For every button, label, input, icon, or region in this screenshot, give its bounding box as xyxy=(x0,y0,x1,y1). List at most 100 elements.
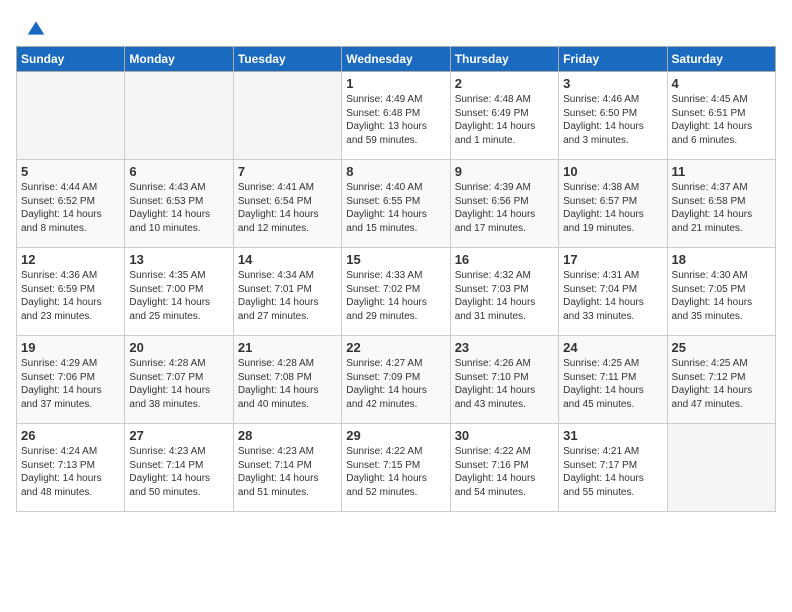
day-number: 15 xyxy=(346,252,445,267)
day-info: Sunrise: 4:26 AMSunset: 7:10 PMDaylight:… xyxy=(455,357,554,411)
calendar-cell xyxy=(125,72,233,160)
day-info: Sunrise: 4:30 AMSunset: 7:05 PMDaylight:… xyxy=(672,269,771,323)
day-number: 11 xyxy=(672,164,771,179)
day-info: Sunrise: 4:29 AMSunset: 7:06 PMDaylight:… xyxy=(21,357,120,411)
day-number: 9 xyxy=(455,164,554,179)
day-info: Sunrise: 4:34 AMSunset: 7:01 PMDaylight:… xyxy=(238,269,337,323)
calendar-week-row: 5 Sunrise: 4:44 AMSunset: 6:52 PMDaylight… xyxy=(17,160,776,248)
calendar-header: SundayMondayTuesdayWednesdayThursdayFrid… xyxy=(17,47,776,72)
calendar-cell: 15 Sunrise: 4:33 AMSunset: 7:02 PMDayligh… xyxy=(342,248,450,336)
weekday-header-sunday: Sunday xyxy=(17,47,125,72)
day-info: Sunrise: 4:22 AMSunset: 7:15 PMDaylight:… xyxy=(346,445,445,499)
day-info: Sunrise: 4:36 AMSunset: 6:59 PMDaylight:… xyxy=(21,269,120,323)
day-info: Sunrise: 4:43 AMSunset: 6:53 PMDaylight:… xyxy=(129,181,228,235)
calendar-table: SundayMondayTuesdayWednesdayThursdayFrid… xyxy=(16,46,776,512)
day-info: Sunrise: 4:28 AMSunset: 7:08 PMDaylight:… xyxy=(238,357,337,411)
calendar-cell: 11 Sunrise: 4:37 AMSunset: 6:58 PMDayligh… xyxy=(667,160,775,248)
day-info: Sunrise: 4:44 AMSunset: 6:52 PMDaylight:… xyxy=(21,181,120,235)
calendar-cell: 16 Sunrise: 4:32 AMSunset: 7:03 PMDayligh… xyxy=(450,248,558,336)
day-number: 27 xyxy=(129,428,228,443)
day-info: Sunrise: 4:41 AMSunset: 6:54 PMDaylight:… xyxy=(238,181,337,235)
day-info: Sunrise: 4:27 AMSunset: 7:09 PMDaylight:… xyxy=(346,357,445,411)
calendar-cell: 26 Sunrise: 4:24 AMSunset: 7:13 PMDayligh… xyxy=(17,424,125,512)
calendar-cell: 20 Sunrise: 4:28 AMSunset: 7:07 PMDayligh… xyxy=(125,336,233,424)
calendar-cell: 12 Sunrise: 4:36 AMSunset: 6:59 PMDayligh… xyxy=(17,248,125,336)
logo-icon xyxy=(26,18,46,38)
day-info: Sunrise: 4:46 AMSunset: 6:50 PMDaylight:… xyxy=(563,93,662,147)
day-number: 1 xyxy=(346,76,445,91)
calendar-week-row: 1 Sunrise: 4:49 AMSunset: 6:48 PMDaylight… xyxy=(17,72,776,160)
day-number: 18 xyxy=(672,252,771,267)
calendar-cell: 5 Sunrise: 4:44 AMSunset: 6:52 PMDaylight… xyxy=(17,160,125,248)
day-number: 8 xyxy=(346,164,445,179)
day-info: Sunrise: 4:24 AMSunset: 7:13 PMDaylight:… xyxy=(21,445,120,499)
calendar-cell: 7 Sunrise: 4:41 AMSunset: 6:54 PMDaylight… xyxy=(233,160,341,248)
day-info: Sunrise: 4:40 AMSunset: 6:55 PMDaylight:… xyxy=(346,181,445,235)
day-number: 25 xyxy=(672,340,771,355)
day-number: 20 xyxy=(129,340,228,355)
weekday-header-thursday: Thursday xyxy=(450,47,558,72)
day-number: 19 xyxy=(21,340,120,355)
calendar-cell: 2 Sunrise: 4:48 AMSunset: 6:49 PMDaylight… xyxy=(450,72,558,160)
weekday-header-row: SundayMondayTuesdayWednesdayThursdayFrid… xyxy=(17,47,776,72)
calendar-cell: 23Sunrise: 4:26 AMSunset: 7:10 PMDayligh… xyxy=(450,336,558,424)
day-number: 17 xyxy=(563,252,662,267)
weekday-header-wednesday: Wednesday xyxy=(342,47,450,72)
day-info: Sunrise: 4:35 AMSunset: 7:00 PMDaylight:… xyxy=(129,269,228,323)
calendar-cell: 24 Sunrise: 4:25 AMSunset: 7:11 PMDayligh… xyxy=(559,336,667,424)
day-number: 5 xyxy=(21,164,120,179)
calendar-week-row: 19 Sunrise: 4:29 AMSunset: 7:06 PMDayligh… xyxy=(17,336,776,424)
day-number: 12 xyxy=(21,252,120,267)
weekday-header-monday: Monday xyxy=(125,47,233,72)
day-info: Sunrise: 4:25 AMSunset: 7:11 PMDaylight:… xyxy=(563,357,662,411)
calendar-cell: 4Sunrise: 4:45 AMSunset: 6:51 PMDaylight… xyxy=(667,72,775,160)
calendar-cell: 30 Sunrise: 4:22 AMSunset: 7:16 PMDayligh… xyxy=(450,424,558,512)
day-info: Sunrise: 4:31 AMSunset: 7:04 PMDaylight:… xyxy=(563,269,662,323)
day-number: 4 xyxy=(672,76,771,91)
calendar-cell: 22 Sunrise: 4:27 AMSunset: 7:09 PMDayligh… xyxy=(342,336,450,424)
day-number: 2 xyxy=(455,76,554,91)
day-number: 28 xyxy=(238,428,337,443)
day-info: Sunrise: 4:38 AMSunset: 6:57 PMDaylight:… xyxy=(563,181,662,235)
calendar-cell: 6 Sunrise: 4:43 AMSunset: 6:53 PMDaylight… xyxy=(125,160,233,248)
calendar-body: 1 Sunrise: 4:49 AMSunset: 6:48 PMDaylight… xyxy=(17,72,776,512)
weekday-header-tuesday: Tuesday xyxy=(233,47,341,72)
calendar-cell: 8 Sunrise: 4:40 AMSunset: 6:55 PMDaylight… xyxy=(342,160,450,248)
day-info: Sunrise: 4:22 AMSunset: 7:16 PMDaylight:… xyxy=(455,445,554,499)
day-info: Sunrise: 4:28 AMSunset: 7:07 PMDaylight:… xyxy=(129,357,228,411)
calendar-cell: 10 Sunrise: 4:38 AMSunset: 6:57 PMDayligh… xyxy=(559,160,667,248)
calendar-cell: 17 Sunrise: 4:31 AMSunset: 7:04 PMDayligh… xyxy=(559,248,667,336)
calendar-cell: 28Sunrise: 4:23 AMSunset: 7:14 PMDayligh… xyxy=(233,424,341,512)
calendar-cell: 29 Sunrise: 4:22 AMSunset: 7:15 PMDayligh… xyxy=(342,424,450,512)
day-number: 3 xyxy=(563,76,662,91)
day-info: Sunrise: 4:25 AMSunset: 7:12 PMDaylight:… xyxy=(672,357,771,411)
day-number: 29 xyxy=(346,428,445,443)
calendar-cell: 19 Sunrise: 4:29 AMSunset: 7:06 PMDayligh… xyxy=(17,336,125,424)
day-info: Sunrise: 4:21 AMSunset: 7:17 PMDaylight:… xyxy=(563,445,662,499)
weekday-header-saturday: Saturday xyxy=(667,47,775,72)
day-info: Sunrise: 4:33 AMSunset: 7:02 PMDaylight:… xyxy=(346,269,445,323)
day-info: Sunrise: 4:37 AMSunset: 6:58 PMDaylight:… xyxy=(672,181,771,235)
logo xyxy=(24,18,46,38)
day-info: Sunrise: 4:32 AMSunset: 7:03 PMDaylight:… xyxy=(455,269,554,323)
day-number: 26 xyxy=(21,428,120,443)
day-number: 10 xyxy=(563,164,662,179)
day-info: Sunrise: 4:23 AMSunset: 7:14 PMDaylight:… xyxy=(129,445,228,499)
day-number: 6 xyxy=(129,164,228,179)
calendar-cell: 18 Sunrise: 4:30 AMSunset: 7:05 PMDayligh… xyxy=(667,248,775,336)
day-number: 14 xyxy=(238,252,337,267)
day-info: Sunrise: 4:39 AMSunset: 6:56 PMDaylight:… xyxy=(455,181,554,235)
day-number: 16 xyxy=(455,252,554,267)
calendar-cell xyxy=(233,72,341,160)
day-number: 21 xyxy=(238,340,337,355)
day-number: 22 xyxy=(346,340,445,355)
day-number: 30 xyxy=(455,428,554,443)
day-info: Sunrise: 4:49 AMSunset: 6:48 PMDaylight:… xyxy=(346,93,445,147)
day-info: Sunrise: 4:48 AMSunset: 6:49 PMDaylight:… xyxy=(455,93,554,147)
day-number: 7 xyxy=(238,164,337,179)
day-number: 24 xyxy=(563,340,662,355)
calendar-cell: 1 Sunrise: 4:49 AMSunset: 6:48 PMDaylight… xyxy=(342,72,450,160)
calendar-week-row: 12 Sunrise: 4:36 AMSunset: 6:59 PMDayligh… xyxy=(17,248,776,336)
page-header xyxy=(0,0,792,46)
calendar-cell: 21 Sunrise: 4:28 AMSunset: 7:08 PMDayligh… xyxy=(233,336,341,424)
